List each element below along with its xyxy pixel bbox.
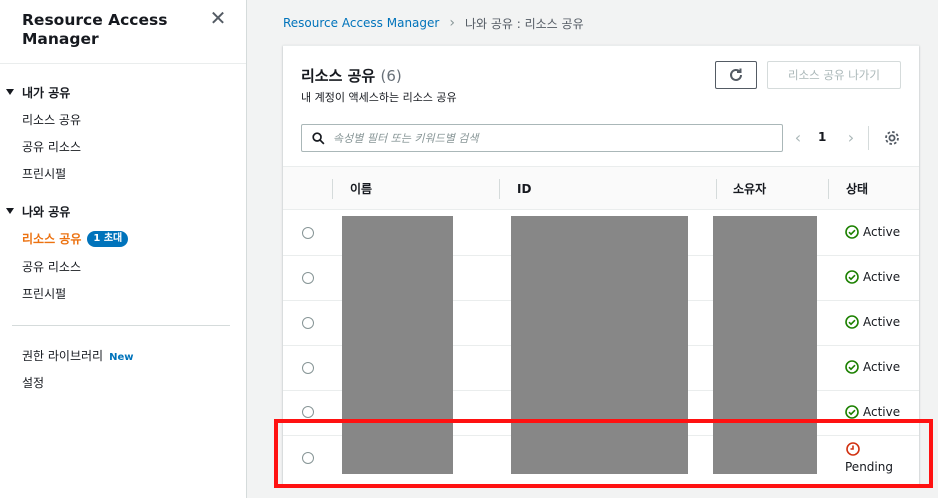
search-icon — [312, 131, 325, 144]
sidebar-group-title[interactable]: 내가 공유 — [0, 83, 247, 101]
breadcrumb-root-link[interactable]: Resource Access Manager — [283, 16, 439, 30]
caret-down-icon — [6, 208, 14, 214]
sidebar-item-principals-with-me[interactable]: 프린시펄 — [22, 286, 66, 302]
row-select-radio[interactable] — [302, 406, 314, 418]
search-input[interactable] — [333, 131, 773, 145]
column-header-id[interactable]: ID — [517, 167, 531, 211]
panel-description: 내 계정이 액세스하는 리소스 공유 — [301, 91, 457, 104]
sidebar-item-label: 리소스 공유 — [22, 232, 82, 246]
column-separator — [828, 179, 829, 199]
panel-title: 리소스 공유 (6) — [301, 65, 402, 86]
check-circle-icon — [845, 405, 859, 419]
sidebar-group-shared-by-me: 내가 공유 — [0, 83, 247, 101]
sidebar-item-shared-resources-with-me[interactable]: 공유 리소스 — [22, 259, 81, 275]
column-header-name[interactable]: 이름 — [350, 167, 372, 211]
pager-divider — [868, 126, 869, 150]
close-icon[interactable]: ✕ — [208, 8, 228, 28]
sidebar-item-principals[interactable]: 프린시펄 — [22, 166, 66, 182]
column-separator — [332, 179, 333, 199]
row-select-radio[interactable] — [302, 227, 314, 239]
breadcrumb-current: 나와 공유 : 리소스 공유 — [464, 16, 584, 31]
table-header: 이름 ID 소유자 상태 — [283, 166, 919, 210]
sidebar-divider — [12, 325, 230, 326]
panel-title-text: 리소스 공유 — [301, 67, 376, 85]
breadcrumb: Resource Access Manager › 나와 공유 : 리소스 공유 — [283, 15, 584, 31]
check-circle-icon — [845, 270, 859, 284]
sidebar-title: Resource Access Manager — [22, 11, 168, 48]
status-cell: Active — [845, 405, 900, 419]
status-cell: Active — [845, 315, 900, 329]
sidebar-item-label: 권한 라이브러리 — [22, 349, 104, 363]
new-tag: New — [109, 352, 134, 363]
column-header-status[interactable]: 상태 — [846, 167, 868, 211]
sidebar-group-label: 나와 공유 — [22, 204, 71, 219]
sidebar-item-resource-shares[interactable]: 리소스 공유 — [22, 112, 81, 128]
row-select-radio[interactable] — [302, 317, 314, 329]
column-separator — [716, 179, 717, 199]
sidebar: Resource Access Manager ✕ 내가 공유 리소스 공유 공… — [0, 0, 247, 498]
check-circle-icon — [845, 360, 859, 374]
sidebar-group-label: 내가 공유 — [22, 85, 71, 100]
search-field[interactable] — [301, 124, 783, 152]
chevron-right-icon: › — [449, 15, 455, 31]
status-text: Active — [863, 360, 901, 374]
status-cell: Active — [845, 270, 900, 284]
sidebar-item-permissions-library[interactable]: 권한 라이브러리 New — [22, 348, 134, 364]
sidebar-group-shared-with-me: 나와 공유 — [0, 202, 247, 220]
caret-down-icon — [6, 89, 14, 95]
row-select-radio[interactable] — [302, 272, 314, 284]
status-text: Active — [863, 405, 901, 419]
invitation-badge: 1 초대 — [87, 231, 129, 247]
status-text: Active — [863, 225, 901, 239]
check-circle-icon — [845, 315, 859, 329]
status-text: Active — [863, 270, 901, 284]
gear-icon[interactable] — [883, 129, 901, 147]
check-circle-icon — [845, 225, 859, 239]
sidebar-group-title[interactable]: 나와 공유 — [0, 202, 247, 220]
refresh-icon — [730, 68, 742, 81]
refresh-button[interactable] — [715, 61, 757, 89]
sidebar-header: Resource Access Manager ✕ — [0, 0, 246, 64]
status-cell: Active — [845, 360, 900, 374]
panel-count: (6) — [380, 67, 402, 85]
sidebar-item-settings[interactable]: 설정 — [22, 375, 44, 391]
pending-row-highlight — [274, 419, 933, 488]
column-header-owner[interactable]: 소유자 — [733, 167, 766, 211]
sidebar-item-shared-resources[interactable]: 공유 리소스 — [22, 139, 81, 155]
status-cell: Active — [845, 225, 900, 239]
leave-resource-share-button[interactable]: 리소스 공유 나가기 — [767, 61, 901, 89]
chevron-right-icon[interactable]: › — [843, 128, 859, 148]
chevron-left-icon[interactable]: ‹ — [790, 128, 806, 148]
sidebar-item-resource-shares-with-me[interactable]: 리소스 공유 1 초대 — [22, 231, 129, 247]
status-text: Active — [863, 315, 901, 329]
row-select-radio[interactable] — [302, 362, 314, 374]
page-number[interactable]: 1 — [818, 130, 826, 144]
column-separator — [499, 179, 500, 199]
